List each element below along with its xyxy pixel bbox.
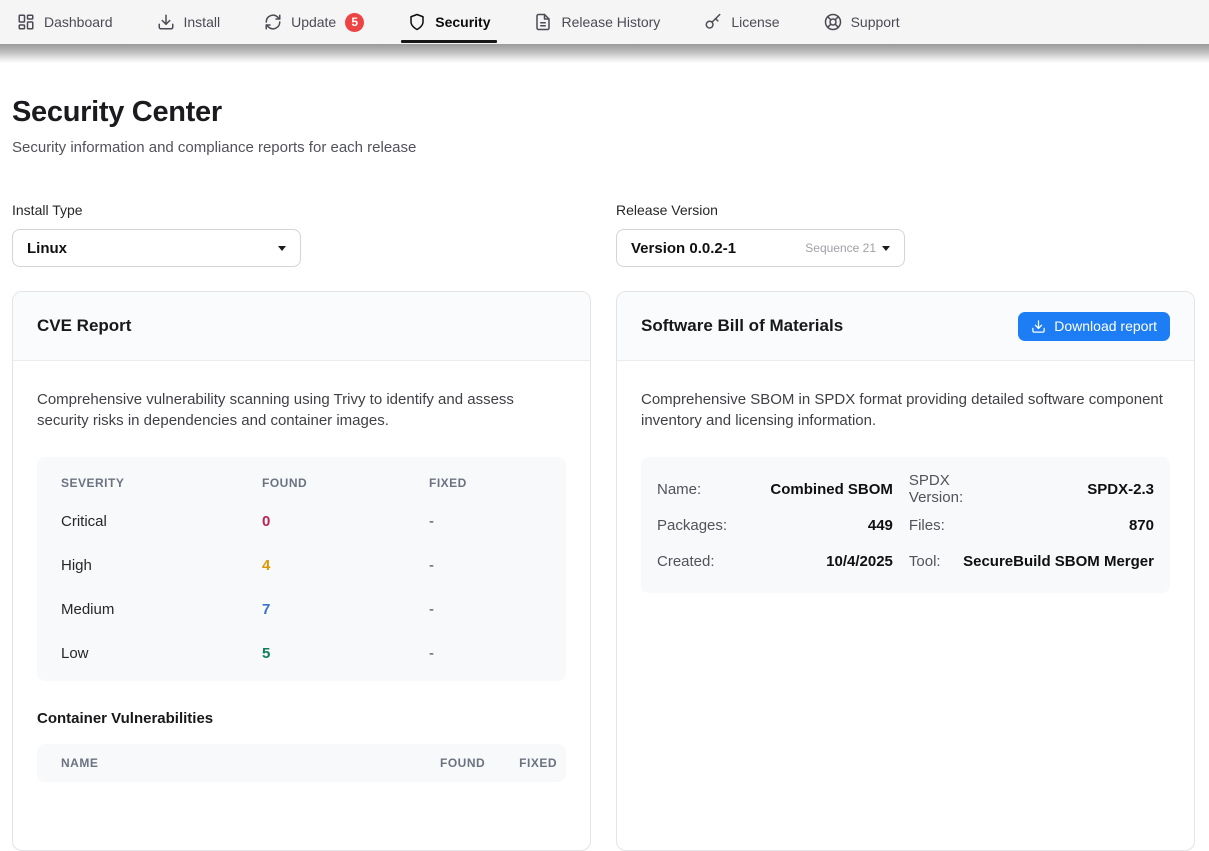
sbom-description: Comprehensive SBOM in SPDX format provid… xyxy=(641,389,1170,431)
nav-label: License xyxy=(731,14,779,30)
sbom-details-left-column: Name: Combined SBOM Packages: 449 Create… xyxy=(657,471,893,579)
severity-row-medium: Medium 7 - xyxy=(37,587,566,631)
dashboard-grid-icon xyxy=(17,13,35,31)
sbom-details-right-column: SPDX Version: SPDX-2.3 Files: 870 Tool: … xyxy=(909,471,1154,579)
container-vulnerabilities-table: Name Found Fixed xyxy=(37,744,566,782)
download-report-button[interactable]: Download report xyxy=(1018,312,1170,341)
release-version-filter: Release Version Version 0.0.2-1 Sequence… xyxy=(616,202,1195,267)
nav-item-license[interactable]: License xyxy=(704,0,779,44)
severity-label: Medium xyxy=(61,601,262,618)
install-type-label: Install Type xyxy=(12,202,591,218)
download-report-label: Download report xyxy=(1054,318,1157,334)
release-version-value: Version 0.0.2-1 xyxy=(631,240,736,257)
refresh-icon xyxy=(264,13,282,31)
sbom-detail-value: Combined SBOM xyxy=(727,471,893,507)
nav-item-install[interactable]: Install xyxy=(157,0,221,44)
cve-report-body: Comprehensive vulnerability scanning usi… xyxy=(13,361,590,806)
report-cards: CVE Report Comprehensive vulnerability s… xyxy=(12,291,1195,851)
nav-scroll-shadow xyxy=(0,44,1209,63)
nav-item-dashboard[interactable]: Dashboard xyxy=(17,0,113,44)
shield-icon xyxy=(408,13,426,31)
found-count: 4 xyxy=(262,557,429,574)
sbom-header: Software Bill of Materials Download repo… xyxy=(617,292,1194,361)
lifebuoy-icon xyxy=(824,13,842,31)
download-icon xyxy=(1031,319,1046,334)
sbom-body: Comprehensive SBOM in SPDX format provid… xyxy=(617,361,1194,617)
update-count-badge: 5 xyxy=(345,13,364,32)
page-subtitle: Security information and compliance repo… xyxy=(12,139,1195,156)
page-title: Security Center xyxy=(12,96,1195,128)
sbom-detail-label: Packages: xyxy=(657,507,727,543)
nav-item-support[interactable]: Support xyxy=(824,0,900,44)
top-nav: Dashboard Install Update 5 Security Rele… xyxy=(0,0,1209,44)
release-version-select[interactable]: Version 0.0.2-1 Sequence 21 xyxy=(616,229,905,267)
nav-label: Update xyxy=(291,14,336,30)
nav-label: Release History xyxy=(561,14,660,30)
sbom-title: Software Bill of Materials xyxy=(641,316,843,336)
sbom-detail-label: Files: xyxy=(909,507,963,543)
nav-item-security[interactable]: Security xyxy=(408,0,490,44)
found-count: 0 xyxy=(262,513,429,530)
nav-label: Dashboard xyxy=(44,14,113,30)
release-version-sequence: Sequence 21 xyxy=(805,241,890,255)
nav-item-update[interactable]: Update 5 xyxy=(264,0,364,44)
severity-label: Low xyxy=(61,645,262,662)
column-header-found: Found xyxy=(440,756,485,770)
container-vulnerabilities-title: Container Vulnerabilities xyxy=(37,710,566,727)
fixed-count: - xyxy=(429,557,542,574)
fixed-count: - xyxy=(429,645,542,662)
sbom-detail-value: 10/4/2025 xyxy=(727,543,893,579)
document-icon xyxy=(534,13,552,31)
install-type-select[interactable]: Linux xyxy=(12,229,301,267)
severity-table: Severity Found Fixed Critical 0 - High 4… xyxy=(37,457,566,681)
sequence-text: Sequence 21 xyxy=(805,241,876,255)
sbom-detail-label: Name: xyxy=(657,471,727,507)
column-header-severity: Severity xyxy=(61,476,262,490)
cve-report-card: CVE Report Comprehensive vulnerability s… xyxy=(12,291,591,851)
install-type-value: Linux xyxy=(27,240,67,257)
sbom-detail-value: SPDX-2.3 xyxy=(963,471,1154,507)
chevron-down-icon xyxy=(882,246,890,251)
nav-label: Support xyxy=(851,14,900,30)
sbom-detail-label: Created: xyxy=(657,543,727,579)
fixed-count: - xyxy=(429,601,542,618)
found-count: 5 xyxy=(262,645,429,662)
sbom-detail-value: 449 xyxy=(727,507,893,543)
nav-item-release-history[interactable]: Release History xyxy=(534,0,660,44)
filters-row: Install Type Linux Release Version Versi… xyxy=(12,202,1195,267)
severity-row-low: Low 5 - xyxy=(37,631,566,675)
release-version-label: Release Version xyxy=(616,202,1195,218)
chevron-down-icon xyxy=(278,246,286,251)
container-vulnerabilities-header: Name Found Fixed xyxy=(37,744,566,782)
sbom-detail-label: SPDX Version: xyxy=(909,471,963,507)
key-icon xyxy=(704,13,722,31)
sbom-card: Software Bill of Materials Download repo… xyxy=(616,291,1195,851)
cve-report-description: Comprehensive vulnerability scanning usi… xyxy=(37,389,566,431)
sbom-detail-label: Tool: xyxy=(909,543,963,579)
sbom-detail-value: SecureBuild SBOM Merger xyxy=(963,543,1154,579)
nav-label: Security xyxy=(435,14,490,30)
severity-label: Critical xyxy=(61,513,262,530)
severity-row-critical: Critical 0 - xyxy=(37,499,566,543)
column-header-found: Found xyxy=(262,476,429,490)
severity-row-high: High 4 - xyxy=(37,543,566,587)
column-header-fixed: Fixed xyxy=(429,476,542,490)
cve-report-title: CVE Report xyxy=(37,316,131,336)
sbom-details: Name: Combined SBOM Packages: 449 Create… xyxy=(641,457,1170,593)
found-count: 7 xyxy=(262,601,429,618)
cve-report-header: CVE Report xyxy=(13,292,590,361)
nav-label: Install xyxy=(184,14,221,30)
fixed-count: - xyxy=(429,513,542,530)
security-center-page: Security Center Security information and… xyxy=(0,96,1209,851)
column-header-name: Name xyxy=(61,756,406,770)
sbom-detail-value: 870 xyxy=(963,507,1154,543)
download-icon xyxy=(157,13,175,31)
column-header-fixed: Fixed xyxy=(519,756,557,770)
severity-table-header: Severity Found Fixed xyxy=(37,457,566,499)
severity-label: High xyxy=(61,557,262,574)
install-type-filter: Install Type Linux xyxy=(12,202,591,267)
